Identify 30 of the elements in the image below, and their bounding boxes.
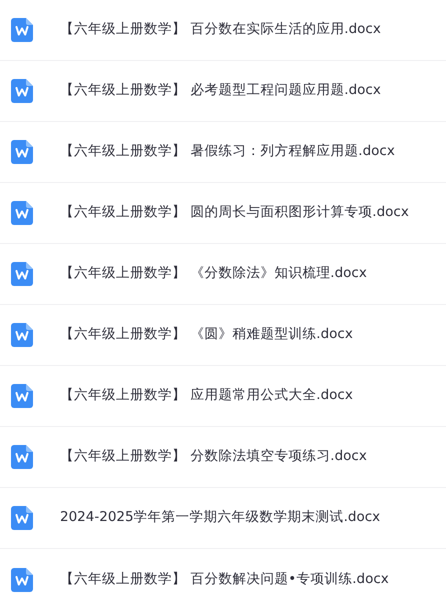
file-row[interactable]: 【六年级上册数学】 百分数在实际生活的应用.docx: [0, 0, 446, 61]
word-document-icon: [11, 384, 33, 408]
word-document-icon: [11, 201, 33, 225]
file-row[interactable]: 【六年级上册数学】 圆的周长与面积图形计算专项.docx: [0, 183, 446, 244]
word-document-icon: [11, 568, 33, 592]
word-document-icon: [11, 506, 33, 530]
file-name: 【六年级上册数学】 必考题型工程问题应用题.docx: [60, 84, 381, 98]
file-name: 【六年级上册数学】 百分数在实际生活的应用.docx: [60, 23, 381, 37]
file-row[interactable]: 【六年级上册数学】 必考题型工程问题应用题.docx: [0, 61, 446, 122]
file-row[interactable]: 【六年级上册数学】 《圆》稍难题型训练.docx: [0, 305, 446, 366]
file-row[interactable]: 【六年级上册数学】 《分数除法》知识梳理.docx: [0, 244, 446, 305]
word-document-icon: [11, 262, 33, 286]
file-row[interactable]: 【六年级上册数学】 百分数解决问题•专项训练.docx: [0, 549, 446, 594]
file-name: 【六年级上册数学】 分数除法填空专项练习.docx: [60, 450, 367, 464]
word-document-icon: [11, 140, 33, 164]
file-name: 【六年级上册数学】 《分数除法》知识梳理.docx: [60, 267, 367, 281]
file-name: 【六年级上册数学】 圆的周长与面积图形计算专项.docx: [60, 206, 409, 220]
file-row[interactable]: 【六年级上册数学】 应用题常用公式大全.docx: [0, 366, 446, 427]
word-document-icon: [11, 323, 33, 347]
file-name: 2024-2025学年第一学期六年级数学期末测试.docx: [60, 511, 380, 525]
word-document-icon: [11, 18, 33, 42]
file-row[interactable]: 【六年级上册数学】 暑假练习：列方程解应用题.docx: [0, 122, 446, 183]
word-document-icon: [11, 79, 33, 103]
word-document-icon: [11, 445, 33, 469]
file-name: 【六年级上册数学】 《圆》稍难题型训练.docx: [60, 328, 353, 342]
file-row[interactable]: 2024-2025学年第一学期六年级数学期末测试.docx: [0, 488, 446, 549]
file-name: 【六年级上册数学】 应用题常用公式大全.docx: [60, 389, 353, 403]
file-row[interactable]: 【六年级上册数学】 分数除法填空专项练习.docx: [0, 427, 446, 488]
file-name: 【六年级上册数学】 暑假练习：列方程解应用题.docx: [60, 145, 395, 159]
file-name: 【六年级上册数学】 百分数解决问题•专项训练.docx: [60, 572, 389, 586]
